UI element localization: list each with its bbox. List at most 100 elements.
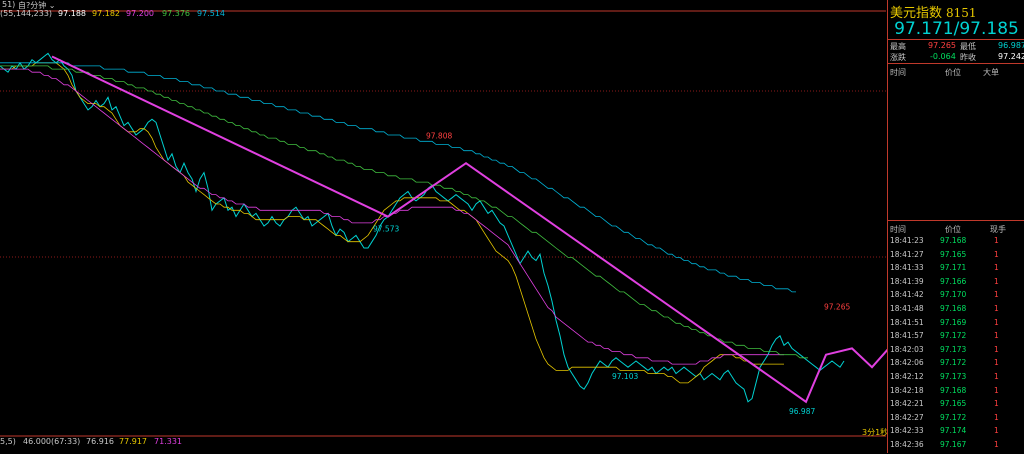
tick-price: 97.165 (940, 399, 967, 409)
period-prefix: 51) (2, 0, 16, 9)
tick-row: 18:41:42 97.170 1 (888, 290, 1024, 304)
panel-divider (888, 39, 1024, 40)
tick-row: 18:41:51 97.169 1 (888, 318, 1024, 332)
tick-volume: 1 (994, 276, 999, 286)
vol-value-1: 46.000(67:33) (23, 437, 81, 446)
panel-divider (888, 220, 1024, 221)
big-order-header-time: 时间 (890, 68, 906, 77)
series-line-4 (0, 65, 808, 359)
vol-value-2: 76.916 (86, 437, 114, 446)
tick-price: 97.172 (940, 358, 967, 368)
tick-time: 18:41:39 (890, 276, 924, 286)
price-chart: 97.808 97.573 97.103 96.987 97.265 (0, 10, 951, 437)
tick-row: 18:41:39 97.166 1 (888, 277, 1024, 291)
period-tag: 3分1秒 (862, 428, 889, 437)
series-line-1 (0, 52, 845, 403)
vol-params[interactable]: 5,5) (0, 437, 16, 446)
tick-time: 18:42:33 (890, 426, 924, 436)
tick-header-price: 价位 (945, 225, 961, 234)
ma-series-layer (0, 52, 845, 403)
tick-volume: 1 (994, 399, 999, 409)
vol-value-4: 71.331 (154, 437, 182, 446)
tick-row: 18:41:33 97.171 1 (888, 263, 1024, 277)
ma-value-3: 97.200 (126, 9, 154, 18)
tick-row: 18:42:03 97.173 1 (888, 345, 1024, 359)
bid-ask-quote: 97.171/97.185 (894, 19, 1019, 39)
tick-price: 97.169 (940, 317, 967, 327)
tick-row: 18:41:57 97.172 1 (888, 331, 1024, 345)
tick-row: 18:41:23 97.168 1 (888, 236, 1024, 250)
tick-volume: 1 (994, 331, 999, 341)
tick-volume: 1 (994, 440, 999, 449)
tick-price: 97.174 (940, 426, 967, 436)
tick-price: 97.168 (940, 236, 967, 245)
price-annotation-layer: 97.808 97.573 97.103 96.987 97.265 (373, 131, 850, 415)
price-label-1: 97.808 (426, 131, 452, 140)
vol-value-3: 77.917 (119, 437, 147, 446)
tick-price: 97.173 (940, 344, 967, 354)
tick-price: 97.165 (940, 249, 967, 259)
trend-line-layer (51, 55, 951, 404)
tick-row: 18:42:27 97.172 1 (888, 413, 1024, 427)
tick-time: 18:42:21 (890, 399, 924, 409)
tick-volume: 1 (994, 372, 999, 381)
ma-value-5: 97.514 (197, 9, 225, 18)
tick-price: 97.173 (940, 372, 967, 381)
tick-volume: 1 (994, 385, 999, 395)
price-label-3: 97.103 (612, 372, 638, 381)
tick-price: 97.171 (940, 263, 967, 273)
tick-time: 18:42:12 (890, 372, 924, 381)
ma-value-1: 97.188 (58, 9, 86, 18)
tick-row: 18:41:48 97.168 1 (888, 304, 1024, 318)
ma-params[interactable]: (55,144,233) (0, 9, 52, 18)
tick-time: 18:41:48 (890, 304, 924, 313)
tick-time: 18:42:36 (890, 440, 924, 449)
tick-row: 18:42:33 97.174 1 (888, 426, 1024, 440)
ma-value-4: 97.376 (162, 9, 190, 18)
quote-panel: 美元指数 8151 97.171/97.185 最高 97.265 最低 96.9… (887, 0, 1024, 453)
tick-volume: 1 (994, 249, 999, 259)
stat-high-label: 最高 (890, 42, 906, 51)
tick-row: 18:42:18 97.168 1 (888, 386, 1024, 400)
tick-time: 18:42:03 (890, 344, 924, 354)
tick-price: 97.172 (940, 412, 967, 422)
tick-price: 97.168 (940, 304, 967, 313)
instrument-code: 8151 (946, 6, 977, 20)
stat-prevclose-label: 昨收 (960, 53, 976, 62)
tick-time: 18:42:18 (890, 385, 924, 395)
tick-row: 18:42:06 97.172 1 (888, 358, 1024, 372)
tick-row: 18:41:27 97.165 1 (888, 250, 1024, 264)
tick-row: 18:42:21 97.165 1 (888, 399, 1024, 413)
tick-volume: 1 (994, 317, 999, 327)
tick-volume: 1 (994, 304, 999, 313)
tick-volume: 1 (994, 263, 999, 273)
trend-line-1[interactable] (51, 55, 951, 404)
big-order-header-size: 大单 (983, 68, 999, 77)
tick-price: 97.167 (940, 440, 967, 449)
price-label-4: 96.987 (789, 407, 815, 416)
tick-price: 97.166 (940, 276, 967, 286)
price-label-5: 97.265 (824, 302, 850, 311)
tick-price: 97.170 (940, 290, 967, 300)
tick-price: 97.172 (940, 331, 967, 341)
tick-time: 18:41:51 (890, 317, 924, 327)
tick-time: 18:42:06 (890, 358, 924, 368)
stat-low-label: 最低 (960, 42, 976, 51)
tick-header-volume: 现手 (990, 225, 1006, 234)
tick-volume: 1 (994, 412, 999, 422)
tick-time: 18:41:23 (890, 236, 924, 245)
tick-time: 18:41:42 (890, 290, 924, 300)
ma-value-2: 97.182 (92, 9, 120, 18)
stat-change-value: -0.064 (930, 52, 956, 61)
big-order-header-price: 价位 (945, 68, 961, 77)
tick-volume: 1 (994, 358, 999, 368)
stat-low-value: 96.987 (998, 41, 1024, 50)
tick-time: 18:41:57 (890, 331, 924, 341)
series-line-3 (0, 68, 784, 365)
tick-header-time: 时间 (890, 225, 906, 234)
tick-row: 18:42:12 97.173 1 (888, 372, 1024, 386)
tick-time: 18:41:27 (890, 249, 924, 259)
tick-volume: 1 (994, 290, 999, 300)
tick-time: 18:41:33 (890, 263, 924, 273)
tick-time: 18:42:27 (890, 412, 924, 422)
